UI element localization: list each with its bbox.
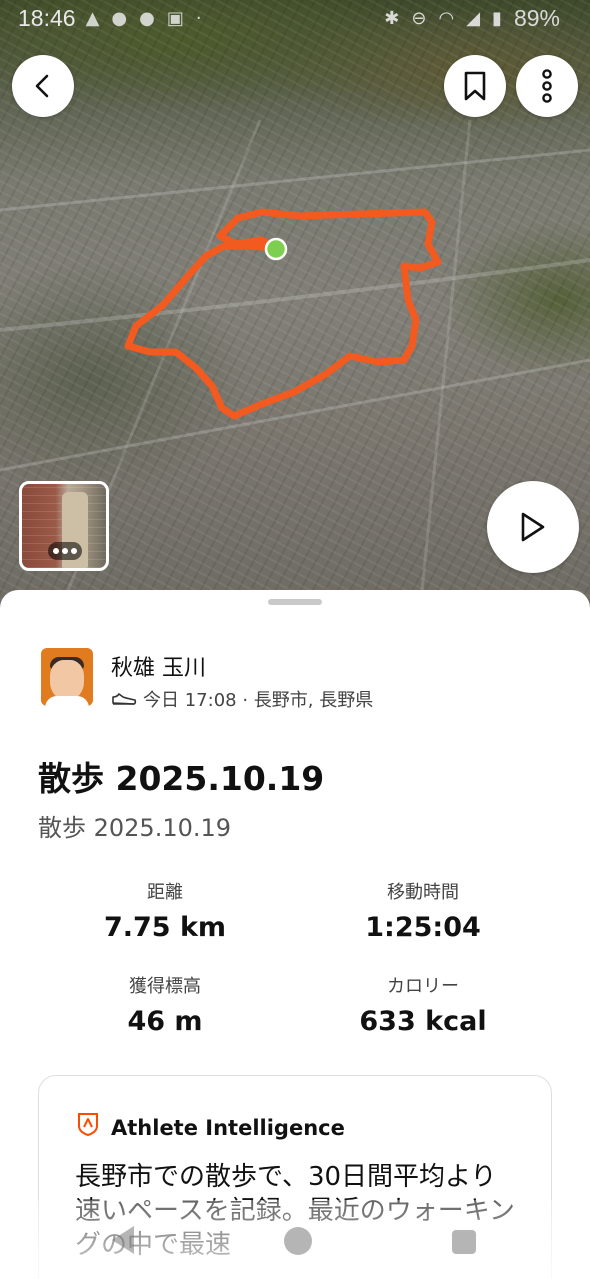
start-marker (264, 237, 288, 261)
athlete-intelligence-title: Athlete Intelligence (111, 1116, 345, 1140)
stat-value: 7.75 km (103, 912, 227, 943)
more-vertical-icon (542, 69, 552, 103)
activity-meta: 今日 17:08 · 長野市, 長野県 (111, 686, 373, 712)
facebook-icon: ● (111, 7, 128, 29)
stat-value: 1:25:04 (365, 912, 481, 943)
stat-distance: 距離 7.75 km (55, 878, 275, 943)
dot-icon: · (195, 7, 202, 29)
bookmark-icon (464, 71, 486, 101)
wifi-icon: ◠ (438, 7, 455, 29)
bookmark-button[interactable] (444, 55, 506, 117)
activity-title: 散歩 2025.10.19 (38, 759, 325, 798)
back-icon (35, 74, 49, 98)
warning-icon: ▲ (85, 7, 100, 29)
photo-icon: ▣ (166, 7, 184, 29)
do-not-disturb-icon: ⊖ (411, 7, 427, 29)
activity-description: 散歩 2025.10.19 (38, 814, 232, 842)
nav-recents-button[interactable] (452, 1230, 476, 1254)
battery-level: 89% (513, 4, 560, 31)
facebook-icon: ● (139, 7, 155, 29)
stat-calories: カロリー 633 kcal (313, 972, 533, 1037)
athlete-name[interactable]: 秋雄 玉川 (111, 650, 206, 682)
activity-details-sheet[interactable]: 秋雄 玉川 今日 17:08 · 長野市, 長野県 散歩 2025.10.19 … (0, 590, 590, 1279)
nav-home-button[interactable] (284, 1227, 312, 1255)
stat-value: 633 kcal (359, 1006, 487, 1037)
stat-value: 46 m (127, 1006, 203, 1037)
play-icon (521, 512, 545, 542)
stat-label: 距離 (147, 882, 183, 903)
system-navigation-bar (0, 1200, 590, 1279)
status-time: 18:46 (18, 4, 76, 31)
bluetooth-icon: ✱ (384, 7, 400, 29)
route-map[interactable]: 18:46 ▲ ● ● ▣ · ✱ ⊖ ◠ ◢ ▮ 89% (0, 0, 590, 610)
more-photos-icon (48, 542, 82, 560)
more-options-button[interactable] (516, 55, 578, 117)
shoe-icon (112, 693, 137, 705)
stat-label: 移動時間 (387, 882, 459, 903)
activity-photo-thumbnail[interactable] (19, 481, 109, 571)
athlete-intelligence-icon (78, 1113, 98, 1136)
avatar[interactable] (41, 648, 93, 706)
stat-label: カロリー (387, 976, 459, 997)
back-button[interactable] (12, 55, 74, 117)
sheet-drag-handle[interactable] (268, 599, 322, 605)
nav-back-button[interactable] (112, 1226, 134, 1254)
stat-elevation-gain: 獲得標高 46 m (55, 972, 275, 1037)
stat-label: 獲得標高 (129, 976, 201, 997)
battery-icon: ▮ (492, 7, 502, 29)
signal-icon: ◢ (466, 7, 481, 29)
status-bar: 18:46 ▲ ● ● ▣ · ✱ ⊖ ◠ ◢ ▮ 89% (0, 0, 590, 36)
activity-meta-text: 今日 17:08 · 長野市, 長野県 (143, 690, 374, 711)
play-flyover-button[interactable] (487, 481, 579, 573)
stat-moving-time: 移動時間 1:25:04 (313, 878, 533, 943)
